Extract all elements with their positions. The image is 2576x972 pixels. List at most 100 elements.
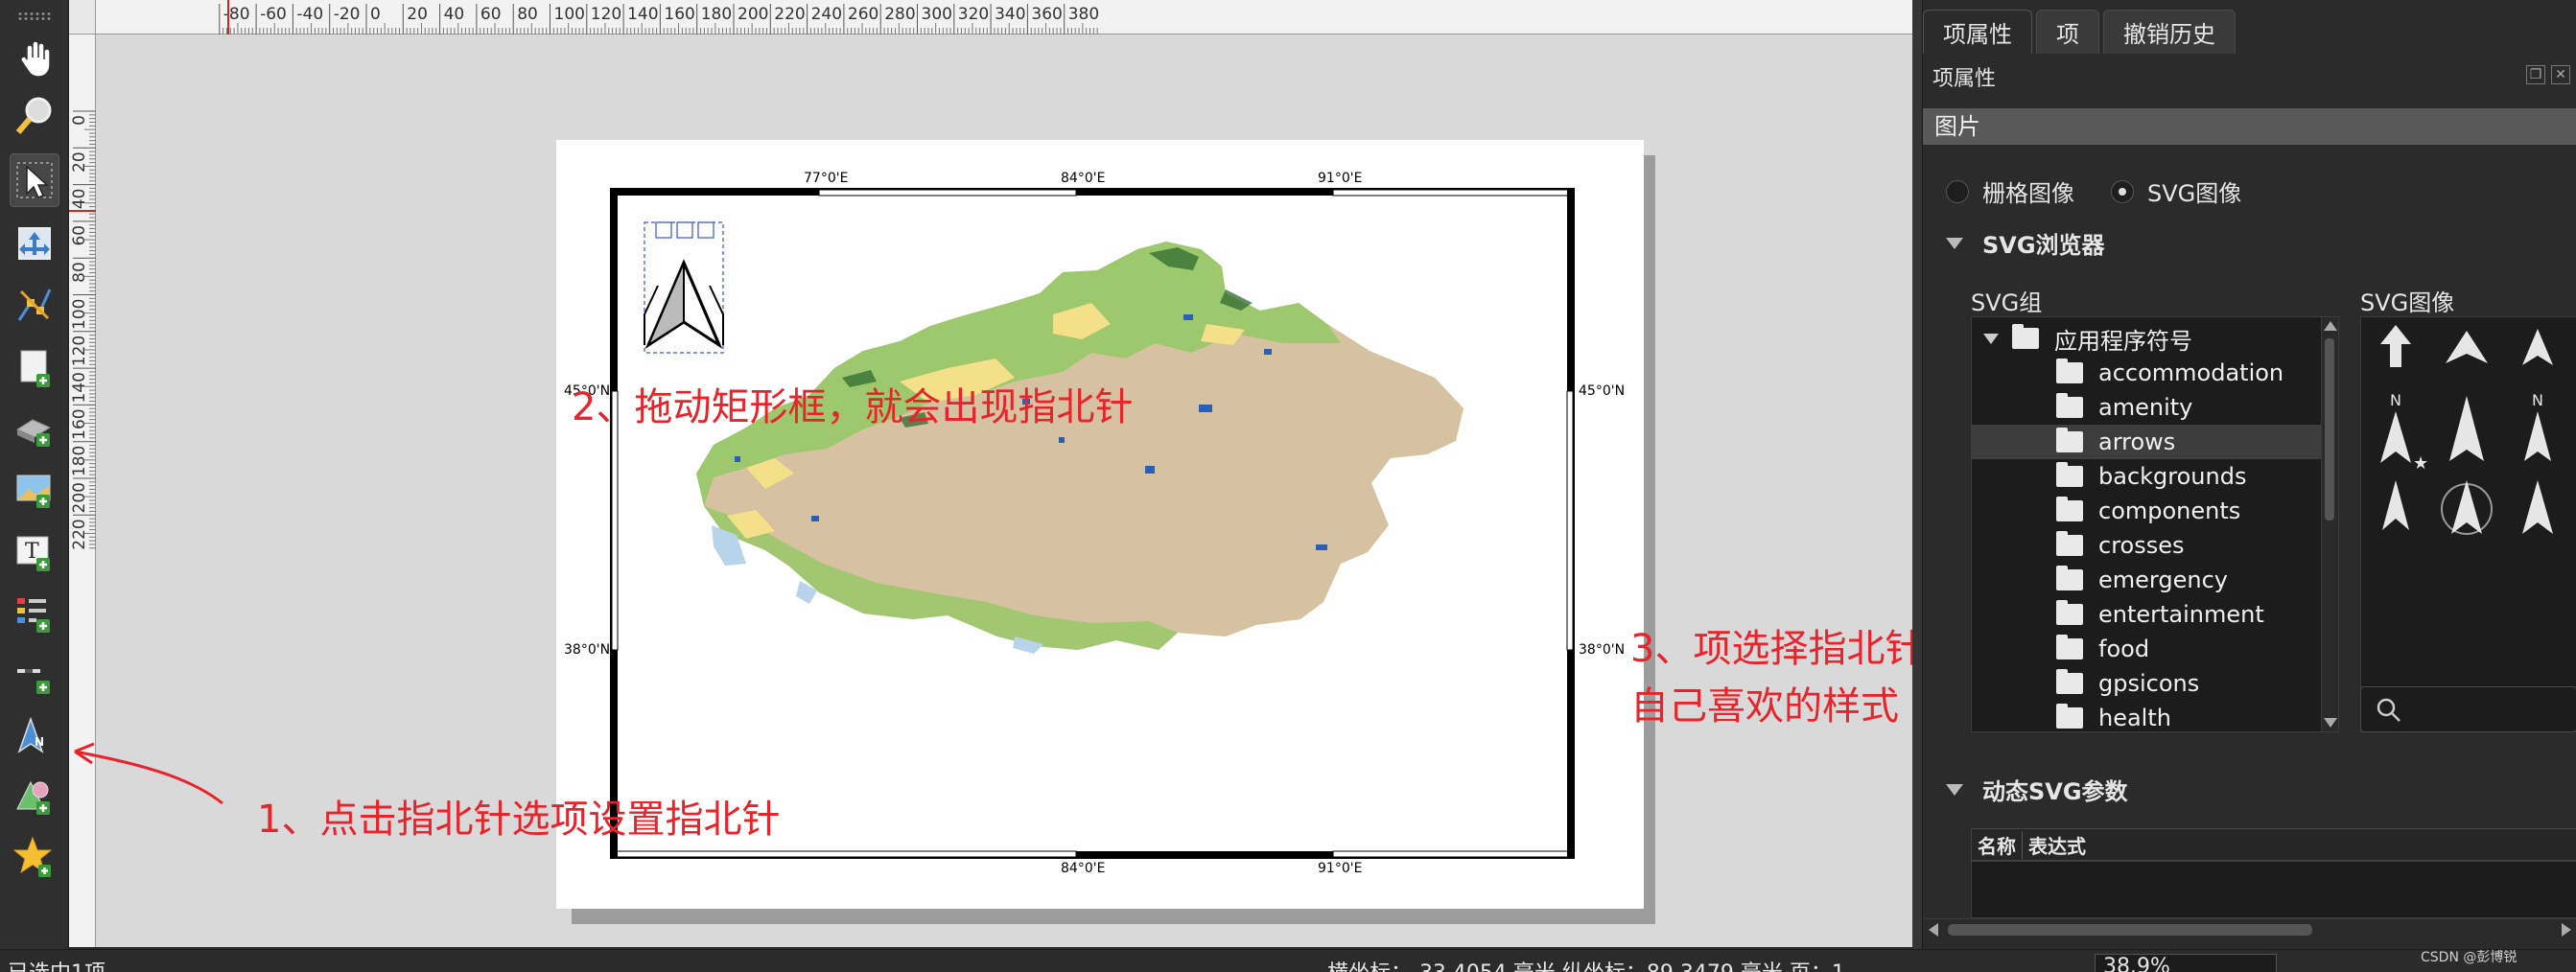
- add-picture-button[interactable]: [10, 462, 59, 516]
- svg-thumb-chevron-arrow[interactable]: [2446, 331, 2488, 363]
- tree-item-accommodation[interactable]: accommodation: [1972, 356, 2323, 390]
- tree-scroll-thumb[interactable]: [2325, 338, 2334, 521]
- grid-label-right-45n: 45°0'N: [1579, 383, 1626, 399]
- tree-item-components[interactable]: components: [1972, 494, 2323, 528]
- svg-thumb-north-arrow-1[interactable]: N ★: [2380, 391, 2428, 474]
- select-arrow-icon: [16, 162, 53, 198]
- collapse-triangle-icon: [1946, 237, 1963, 249]
- svg-image-radio[interactable]: [2111, 179, 2134, 203]
- folder-icon: [2056, 566, 2083, 590]
- pan-tool-button[interactable]: [10, 31, 59, 84]
- horizontal-scroll-thumb[interactable]: [1948, 924, 2312, 936]
- tab-item-properties[interactable]: 项属性: [1923, 10, 2032, 54]
- select-move-item-button[interactable]: [10, 153, 59, 207]
- tree-item-label: crosses: [2098, 532, 2185, 559]
- svg-params-table[interactable]: [1971, 861, 2576, 918]
- raster-image-radio[interactable]: [1946, 179, 1969, 203]
- grid-label-left-38n: 38°0'N: [564, 642, 611, 658]
- svg-thumb-north-arrow-6[interactable]: [2522, 480, 2553, 534]
- svg-browser-label: SVG浏览器: [1982, 232, 2105, 259]
- float-panel-icon[interactable]: ❐: [2526, 65, 2545, 84]
- toolbar-grip-handle[interactable]: [17, 12, 52, 21]
- tab-undo-history[interactable]: 撤销历史: [2103, 10, 2236, 54]
- ruler-top-label: -20: [334, 5, 361, 24]
- svg-arrow-thumbnails: N ★ N: [2380, 325, 2553, 535]
- image-format-radios: 栅格图像 SVG图像: [1946, 174, 2241, 208]
- add-legend-button[interactable]: [10, 587, 59, 640]
- folder-icon: [2056, 359, 2083, 383]
- ruler-left-label: 200: [70, 482, 89, 513]
- tree-item-entertainment[interactable]: entertainment: [1972, 597, 2323, 632]
- panel-title: 项属性: [1932, 67, 1997, 91]
- ruler-top-label: -80: [223, 5, 250, 24]
- svg-thumb-north-arrow-2[interactable]: [2449, 396, 2484, 461]
- add-map-button[interactable]: [10, 341, 59, 395]
- add-shape-button[interactable]: [10, 769, 59, 822]
- ruler-top-label: 340: [995, 5, 1025, 24]
- param-col-name[interactable]: 名称: [1972, 830, 2023, 859]
- scroll-left-icon[interactable]: [1929, 923, 1938, 937]
- ruler-top-label: -60: [260, 5, 287, 24]
- annotation-step-1: 1、点击指北针选项设置指北针: [257, 798, 781, 842]
- move-item-content-button[interactable]: [10, 217, 59, 270]
- svg-thumb-simple-arrow[interactable]: [2380, 325, 2411, 367]
- zoom-tool-button[interactable]: [10, 88, 59, 142]
- svg-thumb-north-arrow-5[interactable]: [2441, 480, 2493, 535]
- tree-vertical-scrollbar[interactable]: [2321, 317, 2338, 731]
- svg-thumb-half-arrow[interactable]: [2522, 329, 2553, 365]
- param-col-expression[interactable]: 表达式: [2023, 831, 2092, 859]
- close-panel-icon[interactable]: ✕: [2551, 65, 2570, 84]
- panel-horizontal-scrollbar[interactable]: [1923, 918, 2576, 939]
- ruler-top-label: 60: [480, 5, 502, 24]
- edit-nodes-button[interactable]: [10, 278, 59, 332]
- ruler-left-label: 140: [70, 372, 89, 403]
- picture-group-header[interactable]: 图片: [1923, 108, 2576, 145]
- tree-item-food[interactable]: food: [1972, 632, 2323, 666]
- add-marker-button[interactable]: [10, 830, 59, 884]
- scroll-down-icon[interactable]: [2324, 718, 2337, 728]
- ruler-top-label: 80: [517, 5, 538, 24]
- tree-item-emergency[interactable]: emergency: [1972, 563, 2323, 597]
- add-scalebar-button[interactable]: [10, 648, 59, 702]
- tab-items[interactable]: 项: [2036, 10, 2099, 54]
- tree-item-label: backgrounds: [2098, 463, 2247, 490]
- tree-item-crosses[interactable]: crosses: [1972, 528, 2323, 563]
- ruler-left-label: 160: [70, 408, 89, 439]
- annotation-step-2: 2、拖动矩形框，就会出现指北针: [572, 385, 1134, 429]
- ruler-top-label: 120: [591, 5, 621, 24]
- tree-item-label: emergency: [2098, 567, 2228, 593]
- tree-item-backgrounds[interactable]: backgrounds: [1972, 459, 2323, 494]
- add-shape-icon: [16, 780, 50, 815]
- panel-splitter[interactable]: [1912, 0, 1922, 949]
- folder-icon: [2056, 531, 2083, 556]
- svg-image-grid[interactable]: N ★ N: [2360, 316, 2576, 732]
- dynamic-svg-params-section[interactable]: 动态SVG参数: [1946, 773, 2128, 806]
- svg-browser-section[interactable]: SVG浏览器: [1946, 226, 2105, 260]
- map-item[interactable]: 77°0'E 84°0'E 91°0'E 84°0'E 91°0'E 45°0'…: [564, 171, 1625, 876]
- zoom-level-field[interactable]: 38.9%: [2095, 954, 2277, 972]
- scroll-right-icon[interactable]: [2562, 923, 2571, 937]
- tree-item-arrows[interactable]: arrows: [1972, 425, 2323, 459]
- svg-thumb-north-arrow-4[interactable]: [2382, 480, 2409, 530]
- ruler-top-label: 40: [444, 5, 465, 24]
- north-arrow-item[interactable]: [644, 221, 724, 354]
- tree-root-label: 应用程序符号: [2054, 327, 2192, 355]
- add-3d-map-button[interactable]: [10, 401, 59, 454]
- panel-tabs: 项属性 项 撤销历史: [1923, 10, 2239, 56]
- svg-thumb-north-arrow-3[interactable]: N: [2524, 391, 2551, 461]
- tree-item-health[interactable]: health: [1972, 701, 2323, 731]
- tree-root-item[interactable]: 应用程序符号: [1972, 321, 2323, 356]
- raster-image-label: 栅格图像: [1982, 180, 2074, 207]
- tree-item-amenity[interactable]: amenity: [1972, 390, 2323, 425]
- ruler-top-label: 260: [848, 5, 878, 24]
- magnifier-icon: [15, 97, 52, 134]
- status-cursor-coordinates: 横坐标：-33.4054 毫米 纵坐标：89.3479 毫米 页：1: [1327, 956, 1845, 972]
- status-bar: 已选中1项 横坐标：-33.4054 毫米 纵坐标：89.3479 毫米 页：1…: [0, 949, 2576, 972]
- add-label-button[interactable]: T: [10, 525, 59, 579]
- add-north-arrow-button[interactable]: N: [10, 709, 59, 763]
- svg-search-field[interactable]: [2360, 686, 2576, 732]
- ruler-left-label: 120: [70, 336, 89, 366]
- tree-item-gpsicons[interactable]: gpsicons: [1972, 666, 2323, 701]
- scroll-up-icon[interactable]: [2324, 321, 2337, 331]
- svg-group-tree[interactable]: 应用程序符号 accommodation amenity arrows backgro…: [1971, 316, 2339, 732]
